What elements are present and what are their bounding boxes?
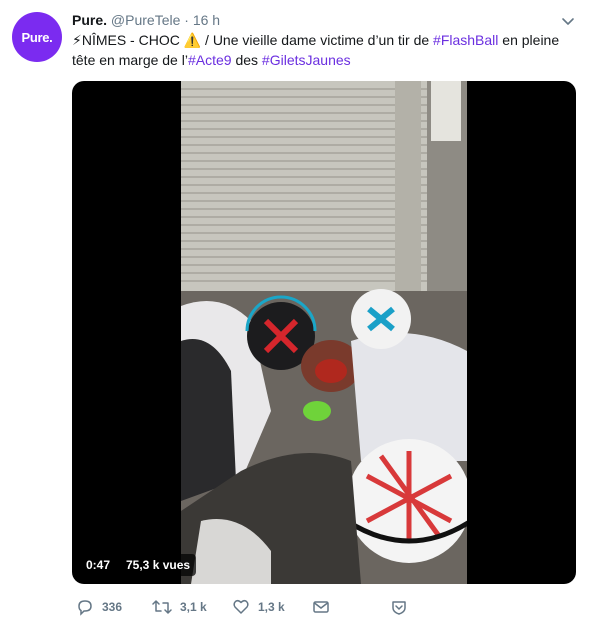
video-player[interactable]: 0:47 75,3 k vues	[72, 81, 576, 584]
video-frame[interactable]	[181, 81, 467, 584]
account-name[interactable]: Pure.	[72, 12, 107, 28]
retweet-button[interactable]: 3,1 k	[152, 596, 207, 618]
avatar[interactable]: Pure.	[12, 12, 62, 62]
tweet-text: ⚡NÎMES - CHOC ⚠️ / Une vieille dame vict…	[72, 30, 572, 70]
separator-dot: ·	[184, 12, 189, 28]
hashtag-giletsjaunes[interactable]: #GiletsJaunes	[262, 52, 351, 68]
video-still-image	[181, 81, 467, 584]
reply-icon	[78, 600, 92, 616]
reply-count: 336	[102, 600, 123, 614]
retweet-count: 3,1 k	[180, 600, 207, 614]
retweet-icon	[152, 600, 172, 614]
tweet-header: Pure. @PureTele · 16 h	[72, 10, 571, 30]
account-handle[interactable]: @PureTele	[111, 12, 180, 28]
hashtag-acte9[interactable]: #Acte9	[188, 52, 232, 68]
reply-button[interactable]: 336	[76, 596, 122, 618]
avatar-logo-text: Pure.	[21, 29, 53, 45]
direct-message-button[interactable]	[312, 596, 338, 618]
like-count: 1,3 k	[258, 600, 285, 614]
tweet-card[interactable]: Pure. Pure. @PureTele · 16 h ⚡NÎMES - CH…	[0, 0, 591, 624]
caret-down-icon[interactable]	[561, 14, 575, 28]
like-button[interactable]: 1,3 k	[232, 596, 285, 618]
hashtag-flashball[interactable]: #FlashBall	[433, 32, 498, 48]
tweet-actions: 336 3,1 k 1,3 k	[72, 596, 572, 620]
tweet-text-lead: ⚡NÎMES - CHOC ⚠️ / Une vieille dame vict…	[72, 32, 434, 48]
direct-message-icon	[313, 601, 329, 613]
tweet-text-mid2: des	[231, 52, 262, 68]
like-icon	[233, 599, 249, 614]
share-icon	[392, 601, 406, 615]
share-button[interactable]	[390, 596, 416, 618]
tweet-timestamp[interactable]: 16 h	[193, 12, 220, 28]
video-duration: 0:47	[80, 554, 117, 576]
video-view-count: 75,3 k vues	[120, 554, 197, 576]
